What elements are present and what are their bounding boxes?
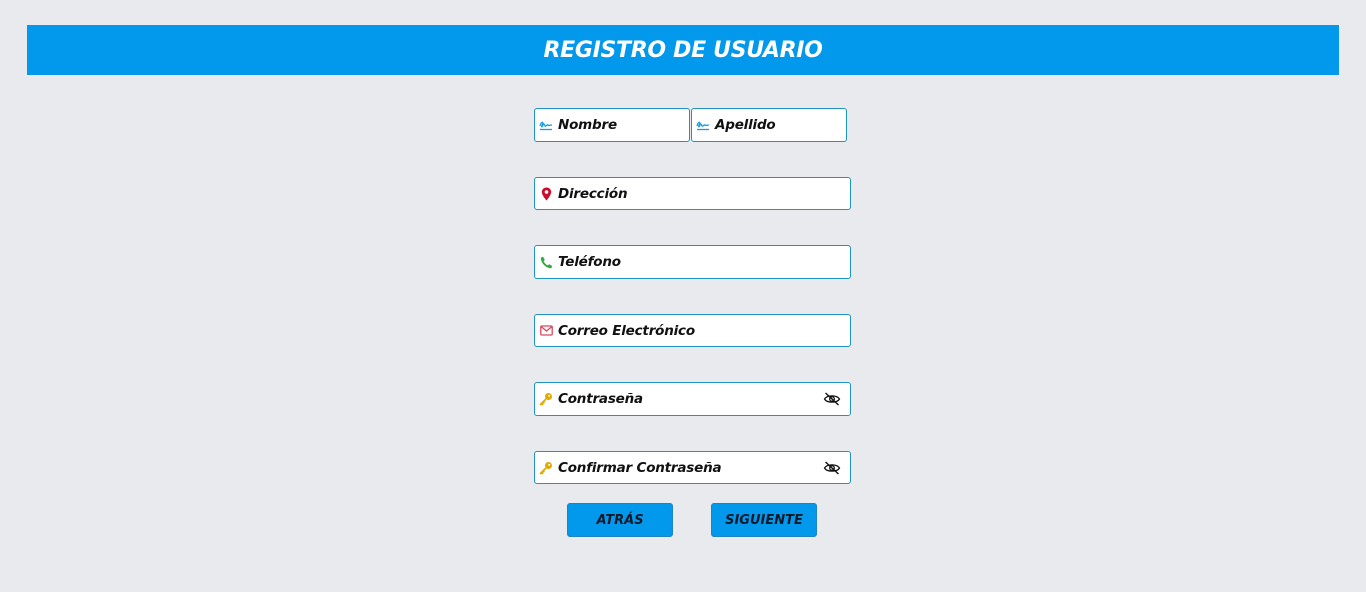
- eye-slash-icon[interactable]: [823, 392, 841, 406]
- contrasena-field[interactable]: Contraseña: [534, 382, 851, 416]
- telefono-field[interactable]: Teléfono: [534, 245, 851, 279]
- contrasena-placeholder: Contraseña: [558, 391, 643, 407]
- eye-slash-icon[interactable]: [823, 460, 841, 475]
- confirmar-placeholder: Confirmar Contraseña: [558, 459, 722, 476]
- page-header: REGISTRO DE USUARIO: [27, 25, 1339, 75]
- signature-icon: [696, 118, 710, 132]
- nombre-field[interactable]: Nombre: [534, 108, 690, 142]
- phone-icon: [539, 255, 553, 269]
- confirmar-contrasena-field[interactable]: Confirmar Contraseña: [534, 451, 851, 484]
- correo-placeholder: Correo Electrónico: [558, 322, 695, 339]
- map-pin-icon: [539, 187, 553, 201]
- signature-icon: [539, 118, 553, 132]
- telefono-placeholder: Teléfono: [558, 254, 621, 270]
- envelope-icon: [539, 324, 553, 338]
- correo-field[interactable]: Correo Electrónico: [534, 314, 851, 347]
- next-button[interactable]: SIGUIENTE: [711, 503, 817, 537]
- back-button[interactable]: ATRÁS: [567, 503, 673, 537]
- key-icon: [539, 461, 553, 475]
- page-title: REGISTRO DE USUARIO: [543, 37, 823, 63]
- apellido-field[interactable]: Apellido: [691, 108, 847, 142]
- direccion-placeholder: Dirección: [558, 185, 628, 202]
- apellido-placeholder: Apellido: [715, 117, 776, 133]
- direccion-field[interactable]: Dirección: [534, 177, 851, 210]
- key-icon: [539, 392, 553, 406]
- nombre-placeholder: Nombre: [558, 117, 617, 133]
